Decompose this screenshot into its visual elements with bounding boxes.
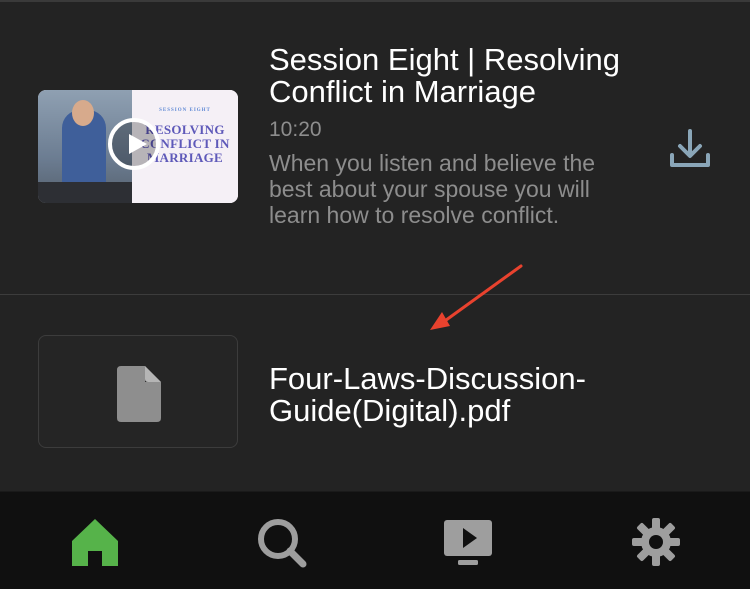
play-icon (129, 134, 147, 154)
bottom-tab-bar (0, 491, 750, 589)
video-title: Session Eight | Resolving Conflict in Ma… (269, 42, 620, 109)
search-icon (258, 519, 307, 568)
speaker-head (72, 100, 94, 126)
play-button[interactable] (108, 118, 160, 170)
tab-home[interactable] (67, 514, 123, 570)
speaker-desk (38, 182, 132, 203)
download-icon (670, 129, 710, 167)
tab-search[interactable] (253, 514, 309, 570)
document-icon (117, 366, 161, 422)
tab-settings[interactable] (628, 514, 684, 570)
home-icon (72, 519, 118, 566)
video-duration: 10:20 (269, 118, 322, 141)
thumbnail-session-label: SESSION EIGHT (159, 108, 211, 113)
media-list-screen: SESSION EIGHT RESOLVING CONFLICT IN MARR… (0, 0, 750, 589)
file-title: Four-Laws-Discussion-Guide(Digital).pdf (269, 361, 586, 428)
tab-videos[interactable] (440, 514, 496, 570)
video-thumbnail[interactable]: SESSION EIGHT RESOLVING CONFLICT IN MARR… (38, 90, 238, 203)
gear-icon (632, 518, 680, 566)
red-arrow-annotation (430, 264, 523, 330)
video-description: When you listen and believe the best abo… (269, 150, 596, 228)
download-button[interactable] (666, 125, 714, 173)
video-play-icon (444, 520, 492, 565)
file-list-item[interactable]: Four-Laws-Discussion-Guide(Digital).pdf (0, 295, 750, 491)
file-thumbnail[interactable] (38, 335, 238, 448)
video-list-item[interactable]: SESSION EIGHT RESOLVING CONFLICT IN MARR… (0, 2, 750, 294)
